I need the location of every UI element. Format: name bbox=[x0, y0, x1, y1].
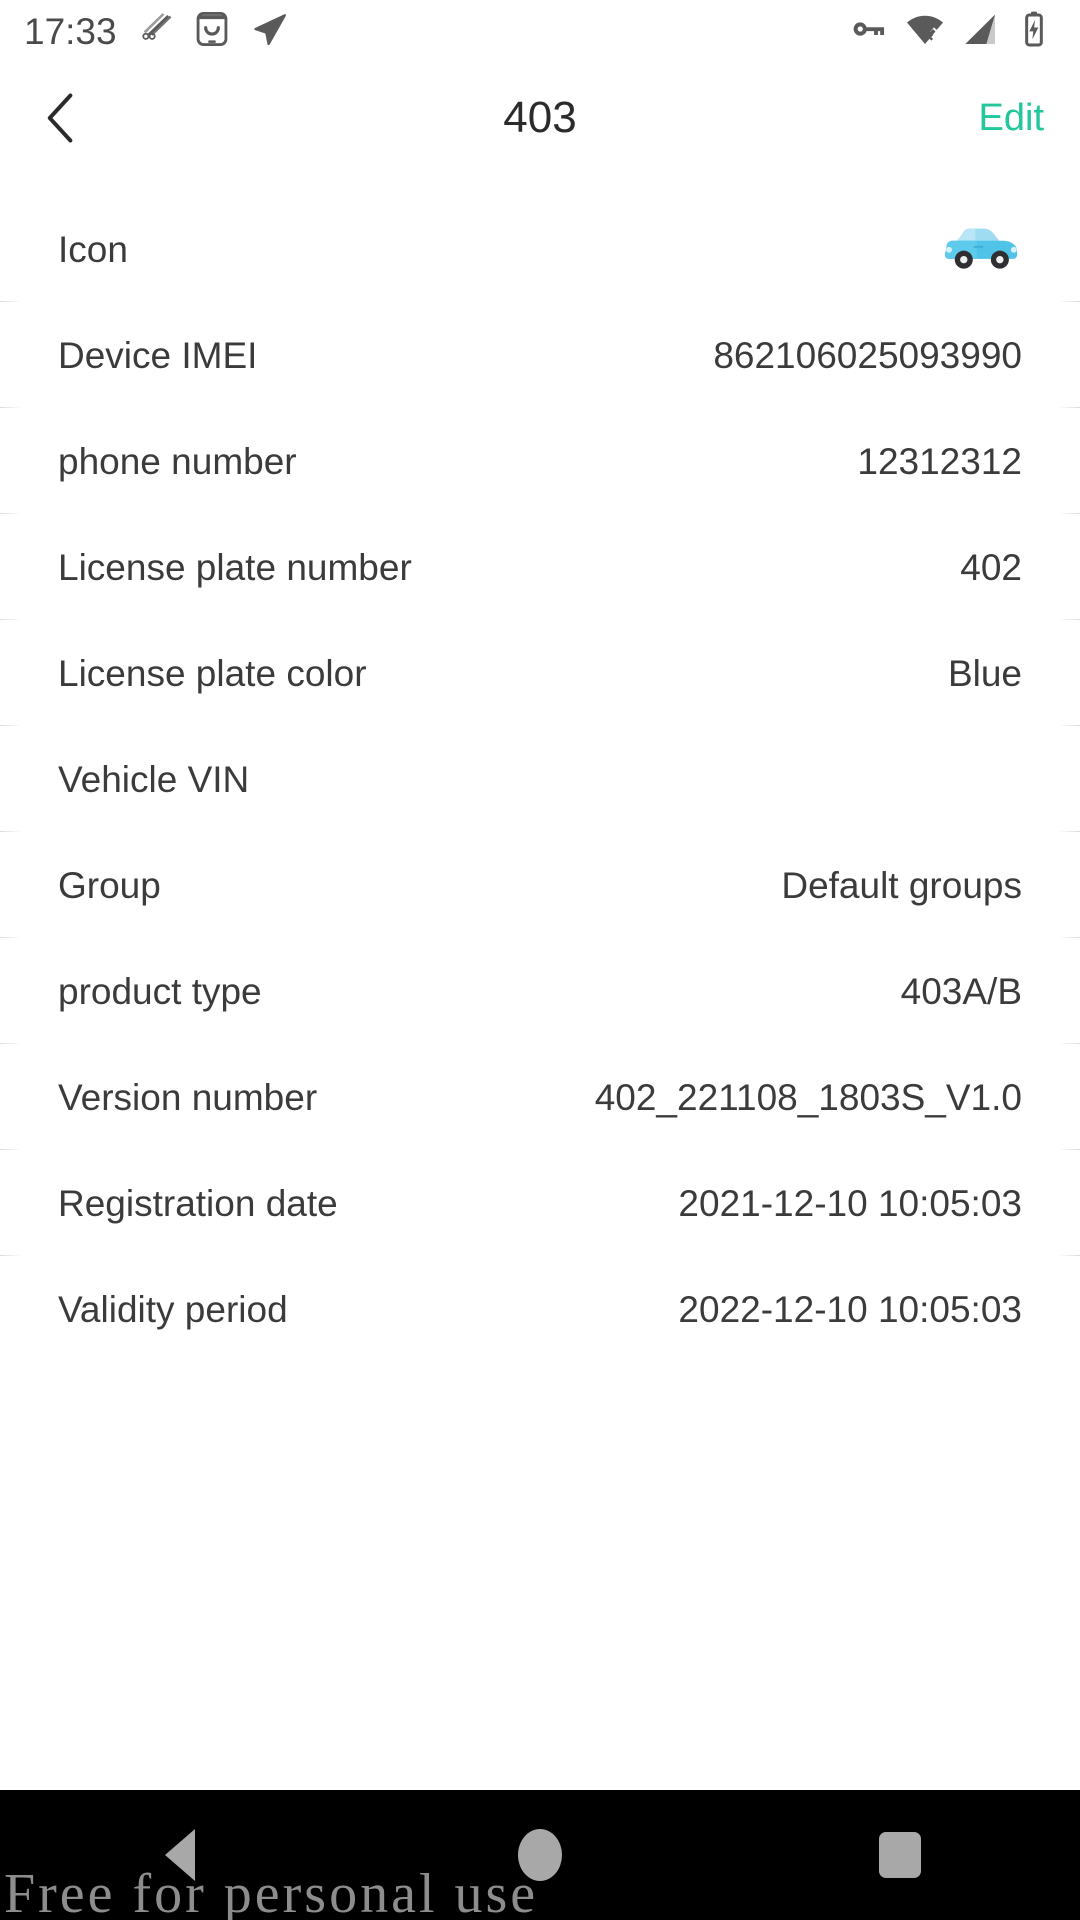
row-label-registration-date: Registration date bbox=[58, 1182, 338, 1224]
row-value-product-type: 403A/B bbox=[900, 970, 1022, 1012]
row-label-version-number: Version number bbox=[58, 1076, 318, 1118]
status-bar-right bbox=[848, 8, 1054, 55]
android-navigation-bar: Free for personal use bbox=[0, 1790, 1080, 1920]
row-label-phone-number: phone number bbox=[58, 440, 297, 482]
row-value-license-plate-number: 402 bbox=[960, 546, 1022, 588]
vehicle-car-icon bbox=[940, 223, 1022, 275]
status-clock: 17:33 bbox=[24, 10, 117, 52]
location-send-icon bbox=[249, 9, 289, 54]
battery-charging-icon bbox=[1014, 9, 1054, 54]
table-row[interactable]: phone number 12312312 bbox=[0, 408, 1080, 514]
device-screen: 17:33 403 Edit Icon Device IMEI 86210602… bbox=[0, 0, 1080, 1920]
nav-back-button[interactable] bbox=[105, 1790, 255, 1920]
back-button[interactable] bbox=[30, 81, 104, 155]
nav-home-button[interactable] bbox=[465, 1790, 615, 1920]
row-value-device-imei: 862106025093990 bbox=[713, 334, 1022, 376]
page-title: 403 bbox=[503, 93, 577, 142]
cellular-signal-icon bbox=[960, 9, 1000, 54]
nav-recents-button[interactable] bbox=[825, 1790, 975, 1920]
row-label-product-type: product type bbox=[58, 970, 262, 1012]
triangle-back-icon bbox=[165, 1829, 195, 1881]
app-smiley-icon bbox=[193, 10, 231, 53]
row-label-license-plate-color: License plate color bbox=[58, 652, 367, 694]
row-label-group: Group bbox=[58, 864, 161, 906]
table-row[interactable]: Registration date 2021-12-10 10:05:03 bbox=[0, 1150, 1080, 1256]
status-bar-left: 17:33 bbox=[24, 9, 289, 54]
table-row[interactable]: Validity period 2022-12-10 10:05:03 bbox=[0, 1256, 1080, 1362]
cut-screenshot-icon bbox=[135, 9, 175, 54]
table-row[interactable]: Group Default groups bbox=[0, 832, 1080, 938]
vpn-key-icon bbox=[848, 8, 890, 55]
table-row[interactable]: Device IMEI 862106025093990 bbox=[0, 302, 1080, 408]
row-value-registration-date: 2021-12-10 10:05:03 bbox=[678, 1182, 1022, 1224]
row-value-phone-number: 12312312 bbox=[857, 440, 1022, 482]
table-row[interactable]: License plate color Blue bbox=[0, 620, 1080, 726]
row-value-validity-period: 2022-12-10 10:05:03 bbox=[678, 1288, 1022, 1330]
wifi-disconnected-icon bbox=[904, 8, 946, 55]
row-value-license-plate-color: Blue bbox=[947, 652, 1022, 694]
chevron-left-icon bbox=[47, 93, 73, 143]
table-row[interactable]: Icon bbox=[0, 196, 1080, 302]
device-detail-list: Icon Device IMEI 862106025093990 phone n… bbox=[0, 174, 1080, 1790]
circle-home-icon bbox=[518, 1829, 562, 1881]
square-recents-icon bbox=[879, 1832, 921, 1878]
table-row[interactable]: Version number 402_221108_1803S_V1.0 bbox=[0, 1044, 1080, 1150]
row-label-vehicle-vin: Vehicle VIN bbox=[58, 758, 250, 800]
row-label-license-plate-number: License plate number bbox=[58, 546, 412, 588]
row-value-group: Default groups bbox=[781, 864, 1022, 906]
row-value-version-number: 402_221108_1803S_V1.0 bbox=[594, 1076, 1022, 1118]
table-row[interactable]: License plate number 402 bbox=[0, 514, 1080, 620]
watermark-text: Free for personal use bbox=[4, 1863, 539, 1920]
table-row[interactable]: Vehicle VIN bbox=[0, 726, 1080, 832]
row-label-validity-period: Validity period bbox=[58, 1288, 288, 1330]
status-bar: 17:33 bbox=[0, 0, 1080, 62]
row-label-icon: Icon bbox=[58, 228, 128, 270]
edit-button[interactable]: Edit bbox=[973, 91, 1050, 145]
table-row[interactable]: product type 403A/B bbox=[0, 938, 1080, 1044]
app-header: 403 Edit bbox=[0, 62, 1080, 174]
row-label-device-imei: Device IMEI bbox=[58, 334, 258, 376]
